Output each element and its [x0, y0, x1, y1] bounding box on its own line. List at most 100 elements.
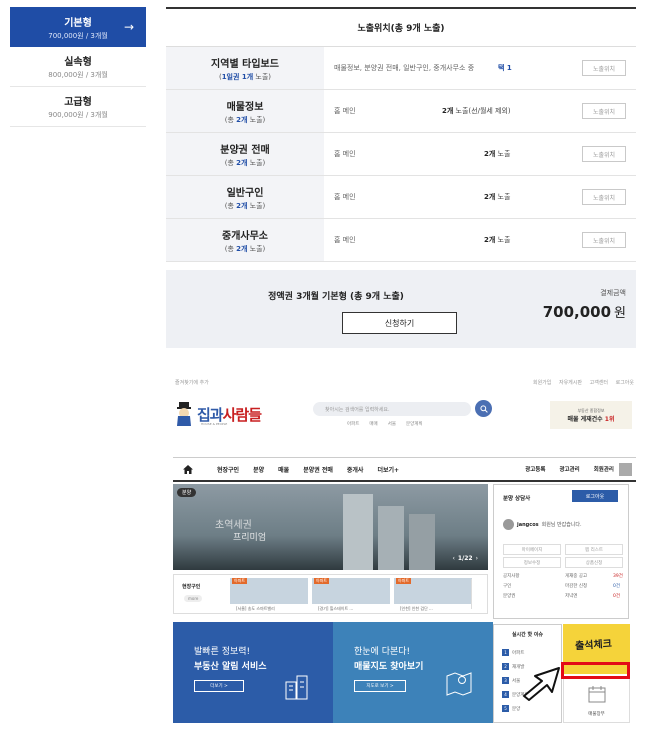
topbar-link[interactable]: 로그아웃 — [616, 380, 634, 386]
exposure-position-button[interactable]: 노출위치 — [582, 103, 626, 119]
top-ad-banner[interactable]: 부동산 종합정보 매물 게재건수 1위 — [550, 401, 632, 429]
calendar-icon — [588, 686, 606, 703]
row-subtitle: (총 2개 노출) — [224, 115, 266, 124]
plan-premium[interactable]: 고급형 900,000원 / 3개월 — [10, 87, 146, 127]
nav-item[interactable]: 광고등록 — [525, 465, 545, 473]
keyword-link[interactable]: 분양계획 — [406, 421, 423, 427]
wishlist-link[interactable]: 찜 리스트 — [565, 544, 623, 555]
issue-item[interactable]: 3 서울 — [502, 677, 520, 684]
row-title: 중개사무소 — [222, 230, 268, 242]
login-box: 분양 상담사 로그아웃 jangcos 회원님 반갑습니다. 마이페이지 찜 리스… — [493, 484, 629, 619]
row-subtitle: (총 2개 노출) — [224, 244, 266, 253]
nav-item[interactable]: 광고관리 — [560, 465, 580, 473]
summary-title: 정액권 3개월 기본형 (총 9개 노출) — [268, 292, 404, 302]
alert-service-banner[interactable]: 발빠른 정보력! 부동산 알림 서비스 더보기 > — [173, 622, 333, 723]
home-icon[interactable] — [173, 464, 203, 474]
job-listings: 현장구인 more 아파트 [서울] 송도 스마트밸리 아파트 [경기] 힐스테… — [173, 574, 488, 614]
site-logo[interactable]: 집과사람들 HOUSE & PEOPLE — [175, 402, 262, 426]
row-position: 홈 메인 — [334, 236, 356, 244]
building-image — [378, 506, 404, 570]
bookmark-link[interactable]: 즐겨찾기에 추가 — [175, 379, 209, 386]
row-title: 지역별 타입보드 — [211, 58, 279, 70]
row-count: 2개 노출 — [484, 236, 511, 244]
keyword-link[interactable]: 서울 — [388, 421, 396, 427]
table-row: 분양권 전매 (총 2개 노출) 홈 메인 2개 노출 노출위치 — [166, 133, 636, 176]
exposure-position-button[interactable]: 노출위치 — [582, 189, 626, 205]
plan-basic[interactable]: 기본형 700,000원 / 3개월 → — [10, 7, 146, 47]
nav-item[interactable]: 현장구인 — [217, 465, 239, 474]
edit-info-link[interactable]: 정보수정 — [503, 557, 561, 568]
row-count: 2개 노출 — [484, 193, 511, 201]
summary-box: 정액권 3개월 기본형 (총 9개 노출) 신청하기 결제금액 700,000 원 — [166, 270, 636, 348]
map-search-banner[interactable]: 한눈에 다본다! 매물지도 찾아보기 지도로 보기 > — [333, 622, 493, 723]
row-count: 2개 노출 — [484, 150, 511, 158]
row-title: 매물정보 — [226, 101, 264, 113]
banner-more-button[interactable]: 더보기 > — [194, 680, 244, 692]
avatar — [503, 519, 514, 530]
hero-pager[interactable]: ‹ 1/22 › — [452, 555, 478, 562]
issue-item[interactable]: 1 아파트 — [502, 649, 524, 656]
site-search-input[interactable]: 찾아시는 검색어를 입력하세요. — [313, 402, 471, 416]
row-position: 홈 메인 — [334, 193, 356, 201]
topbar-link[interactable]: 자유게시판 — [559, 380, 582, 386]
exposure-table: 노출위치(총 9개 노출) 지역별 타입보드 (1일권 1개 노출) 매물정보,… — [166, 7, 636, 348]
plan-value[interactable]: 실속형 800,000원 / 3개월 — [10, 47, 146, 87]
keyword-link[interactable]: 매매 — [369, 421, 377, 427]
search-keywords: 아파트 매매 서울 분양계획 — [347, 421, 423, 427]
chevron-left-icon[interactable]: ‹ — [452, 555, 454, 562]
exposure-position-button[interactable]: 노출위치 — [582, 232, 626, 248]
site-header: 집과사람들 HOUSE & PEOPLE 찾아시는 검색어를 입력하세요. 아파… — [173, 388, 636, 438]
table-row: 중개사무소 (총 2개 노출) 홈 메인 2개 노출 노출위치 — [166, 219, 636, 262]
plan-price: 900,000원 / 3개월 — [48, 111, 108, 119]
mypage-link[interactable]: 마이페이지 — [503, 544, 561, 555]
product-apply-link[interactable]: 상품신청 — [565, 557, 623, 568]
keyword-link[interactable]: 아파트 — [347, 421, 359, 427]
site-preview: 즐겨찾기에 추가 회원가입 자유게시판 고객센터 로그아웃 집과사람들 HOUS… — [173, 377, 636, 723]
row-position: 홈 메인 — [334, 107, 356, 115]
row-subtitle: (총 2개 노출) — [224, 158, 266, 167]
more-button[interactable]: more — [184, 595, 203, 602]
nav-item[interactable]: 분양 — [253, 465, 264, 474]
table-row: 지역별 타입보드 (1일권 1개 노출) 매물정보, 분양권 전매, 일반구인,… — [166, 47, 636, 90]
row-position: 홈 메인 — [334, 150, 356, 158]
chevron-right-icon[interactable]: › — [476, 555, 478, 562]
plan-name: 기본형 — [64, 17, 92, 29]
nav-item[interactable]: 더보기+ — [377, 465, 399, 474]
cursor-arrow-icon — [523, 667, 560, 701]
nav-item[interactable]: 회원관리 — [594, 465, 614, 473]
site-topbar: 즐겨찾기에 추가 회원가입 자유게시판 고객센터 로그아웃 — [173, 377, 636, 388]
banner-map-button[interactable]: 지도로 보기 > — [354, 680, 406, 692]
topbar-link[interactable]: 회원가입 — [533, 380, 551, 386]
table-row: 일반구인 (총 2개 노출) 홈 메인 2개 노출 노출위치 — [166, 176, 636, 219]
issue-item[interactable]: 5 분양 — [502, 705, 520, 712]
nav-item[interactable]: 분양권 전매 — [303, 465, 333, 474]
exposure-position-button[interactable]: 노출위치 — [582, 60, 626, 76]
row-title: 일반구인 — [226, 187, 264, 199]
price-label: 결제금액 — [600, 289, 626, 297]
plan-price: 800,000원 / 3개월 — [48, 71, 108, 79]
row-position: 매물정보, 분양권 전매, 일반구인, 중개사무소 중 — [334, 64, 475, 72]
mascot-icon — [177, 402, 191, 426]
row-subtitle: (1일권 1개 노출) — [218, 72, 272, 81]
building-image — [409, 514, 435, 570]
nav-item[interactable]: 매물 — [278, 465, 289, 474]
search-icon[interactable] — [475, 400, 492, 417]
logout-button[interactable]: 로그아웃 — [572, 490, 618, 502]
ledger-banner[interactable]: 매물장부 — [563, 676, 630, 723]
nav-item[interactable]: 중개사 — [347, 465, 364, 474]
listing-nav[interactable] — [471, 579, 483, 609]
hero-banner[interactable]: 분양 초역세권 프리미엄 ‹ 1/22 › — [173, 484, 488, 570]
apply-button[interactable]: 신청하기 — [342, 312, 457, 334]
total-price: 700,000 원 — [542, 303, 626, 321]
highlight-box — [561, 662, 630, 679]
table-row: 매물정보 (총 2개 노출) 홈 메인 2개 노출(선/월세 제외) 노출위치 — [166, 90, 636, 133]
building-image — [343, 494, 373, 570]
plan-menu: 기본형 700,000원 / 3개월 → 실속형 800,000원 / 3개월 … — [10, 7, 146, 127]
row-count: 택 1 — [498, 64, 512, 72]
menu-icon[interactable] — [619, 462, 632, 476]
table-header: 노출위치(총 9개 노출) — [166, 7, 636, 47]
exposure-position-button[interactable]: 노출위치 — [582, 146, 626, 162]
plan-price: 700,000원 / 3개월 — [48, 31, 108, 40]
topbar-link[interactable]: 고객센터 — [590, 380, 608, 386]
row-subtitle: (총 2개 노출) — [224, 201, 266, 210]
